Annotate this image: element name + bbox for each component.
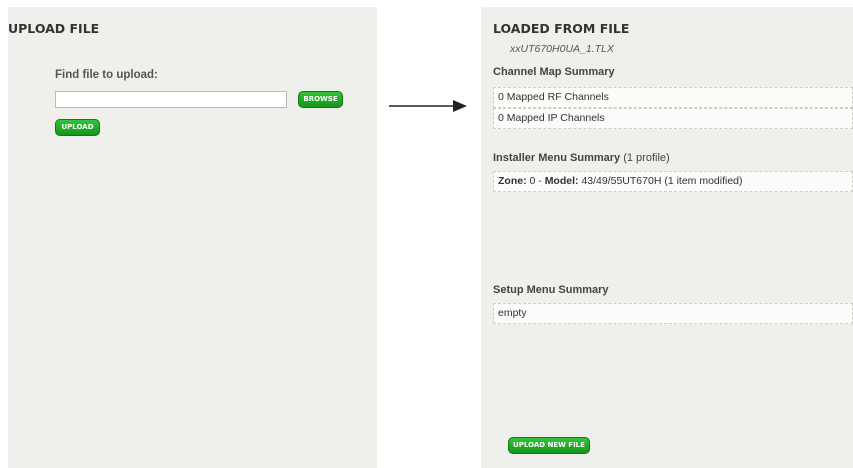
installer-menu-row: Zone: 0 - Model: 43/49/55UT670H (1 item … bbox=[493, 171, 853, 192]
loaded-from-file-title: LOADED FROM FILE bbox=[493, 21, 630, 36]
channel-map-summary-title: Channel Map Summary bbox=[493, 66, 615, 78]
file-path-input[interactable] bbox=[55, 91, 287, 108]
zone-label: Zone: bbox=[498, 175, 527, 187]
model-value: 43/49/55UT670H (1 item modified) bbox=[581, 175, 743, 187]
model-label: Model: bbox=[544, 175, 579, 187]
find-file-label: Find file to upload: bbox=[55, 69, 158, 81]
zone-value: 0 - bbox=[529, 175, 542, 187]
installer-menu-title-text: Installer Menu Summary bbox=[493, 152, 621, 164]
loaded-from-file-panel: LOADED FROM FILE xxUT670H0UA_1.TLX Chann… bbox=[481, 7, 853, 468]
upload-button[interactable]: UPLOAD bbox=[55, 119, 100, 136]
upload-file-title: UPLOAD FILE bbox=[8, 21, 100, 36]
channel-map-row-rf: 0 Mapped RF Channels bbox=[493, 87, 853, 108]
channel-map-row-ip: 0 Mapped IP Channels bbox=[493, 108, 853, 129]
setup-menu-summary-title: Setup Menu Summary bbox=[493, 284, 609, 296]
setup-menu-row: empty bbox=[493, 303, 853, 324]
loaded-filename: xxUT670H0UA_1.TLX bbox=[510, 43, 614, 55]
upload-file-panel: UPLOAD FILE Find file to upload: BROWSE … bbox=[8, 7, 377, 468]
upload-new-file-button[interactable]: UPLOAD NEW FILE bbox=[508, 437, 590, 454]
installer-menu-summary-title: Installer Menu Summary (1 profile) bbox=[493, 152, 670, 164]
browse-button[interactable]: BROWSE bbox=[298, 91, 343, 108]
installer-menu-profile-count: (1 profile) bbox=[623, 152, 670, 164]
arrow-right-icon bbox=[389, 100, 467, 112]
